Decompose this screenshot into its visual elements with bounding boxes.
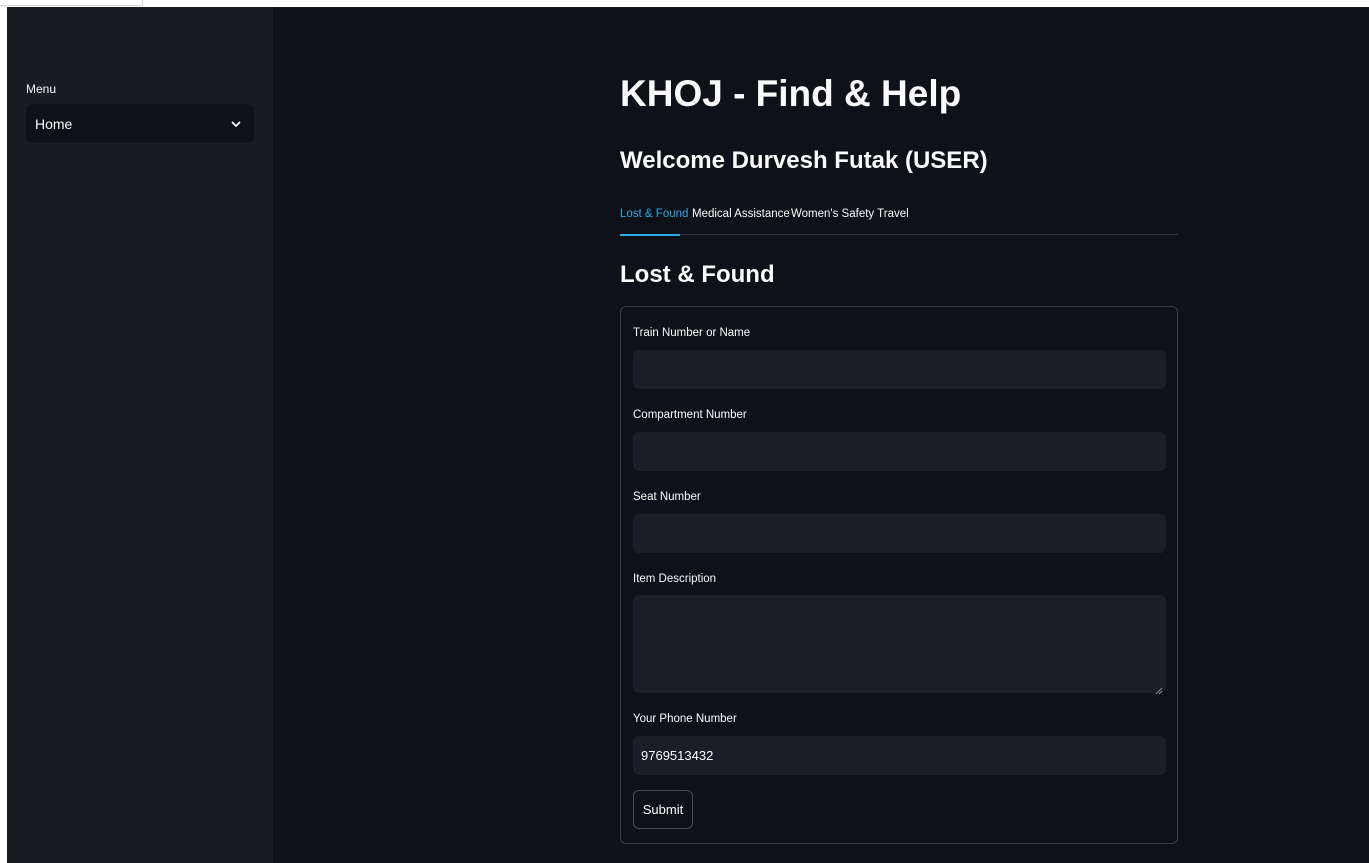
chevron-down-icon [230,118,242,130]
item-description-wrapper [621,595,1179,695]
train-label: Train Number or Name [633,327,751,339]
tab-bar: Lost & Found Medical Assistance Women's … [620,202,1178,236]
tab-lost-and-found[interactable]: Lost & Found [620,208,688,220]
phone-input[interactable] [633,736,1166,775]
train-input[interactable] [633,350,1166,389]
section-title: Lost & Found [620,261,775,288]
item-description-label: Item Description [633,573,717,585]
phone-label: Your Phone Number [633,713,737,725]
compartment-label: Compartment Number [633,409,747,421]
menu-select-value: Home [35,115,73,132]
app: Menu Home KHOJ - Find & Help Welcome Dur… [7,7,1369,863]
resize-handle-icon[interactable] [1155,682,1163,695]
seat-input[interactable] [633,514,1166,553]
tab-womens-safety-travel[interactable]: Women's Safety Travel [791,208,909,220]
page-title: KHOJ - Find & Help [620,73,962,114]
menu-select[interactable]: Home [26,104,254,143]
submit-button[interactable]: Submit [633,790,693,829]
active-tab-indicator [620,234,680,236]
seat-label: Seat Number [633,491,701,503]
item-description-textarea[interactable] [633,595,1166,693]
compartment-input[interactable] [633,432,1166,471]
welcome-heading: Welcome Durvesh Futak (USER) [620,147,988,174]
main-content: KHOJ - Find & Help Welcome Durvesh Futak… [620,7,1178,863]
tab-medical-assistance[interactable]: Medical Assistance [692,208,790,220]
sidebar: Menu Home [7,7,273,863]
browser-strip [0,0,143,6]
menu-label: Menu [26,82,57,96]
lost-found-form: Train Number or Name Compartment Number … [620,306,1178,844]
